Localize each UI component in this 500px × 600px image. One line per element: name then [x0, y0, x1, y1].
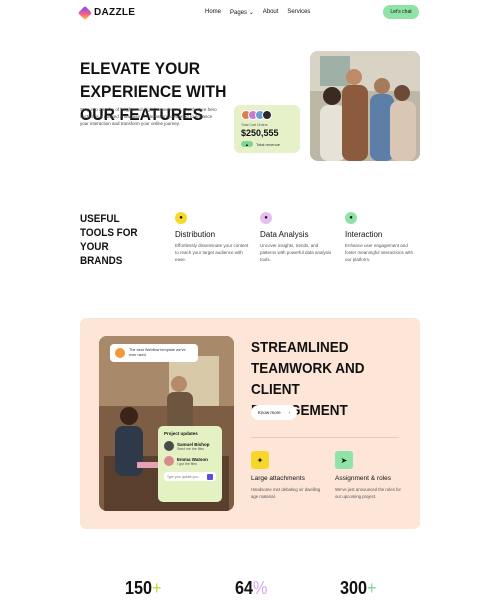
- feature-title: Data Analysis: [260, 230, 309, 239]
- feature-title: Interaction: [345, 230, 383, 239]
- know-more-label: Know more: [257, 410, 281, 415]
- team-photo: [310, 51, 420, 161]
- revenue-icon: ▲: [241, 141, 253, 147]
- updates-title: Project updates: [164, 431, 198, 436]
- data-analysis-icon: ●: [260, 212, 272, 224]
- revenue-label: Total revenue: [256, 141, 281, 147]
- revenue-caption: Total Cart Orders: [241, 123, 268, 127]
- feature-assignment-roles: ➤ Assignment & roles We've just announce…: [335, 451, 407, 500]
- update-message: Send me the files: [177, 446, 205, 451]
- feature-title: Distribution: [175, 230, 216, 239]
- stat-clients: 300+: [340, 578, 377, 599]
- update-name: Samuel Bishop: [177, 441, 210, 447]
- attachment-icon: ✦: [251, 451, 269, 469]
- divider: [251, 437, 399, 438]
- stat-value: 300: [340, 578, 368, 598]
- distribution-icon: ●: [175, 212, 187, 224]
- revenue-amount: $250,555: [241, 128, 279, 138]
- feature-title: Large attachments: [251, 475, 305, 482]
- hero-description: Step into a realm of heightened digital …: [80, 107, 217, 126]
- nav-pages[interactable]: Pages ⌄: [230, 9, 254, 16]
- feature-desc: Handsome met debating sir dwelling age m…: [251, 487, 321, 499]
- logo-text: DAZZLE: [94, 7, 136, 18]
- feature-title: Assignment & roles: [335, 475, 391, 482]
- stat-suffix: +: [367, 578, 377, 598]
- avatar: [262, 110, 272, 120]
- nav-pages-label: Pages: [230, 10, 248, 16]
- update-name: Emma Watson: [177, 456, 208, 462]
- update-item: Emma Watson I got the files: [164, 456, 216, 466]
- update-item: Samuel Bishop Send me the files: [164, 441, 216, 451]
- stat-value: 150: [125, 578, 153, 598]
- update-input-placeholder: Type your update you...: [167, 474, 201, 479]
- team-photo-illustration: [310, 51, 420, 161]
- update-message: I got the files: [177, 461, 197, 466]
- nav-services[interactable]: Services: [287, 9, 310, 16]
- avatar: [164, 441, 174, 451]
- testimonial-bubble: The best Webflow template we've ever use…: [110, 344, 198, 362]
- update-input[interactable]: Type your update you...: [164, 472, 216, 481]
- feature-distribution: ● Distribution Effortlessly disseminate …: [175, 212, 249, 263]
- feature-interaction: ● Interaction Enhance user engagement an…: [345, 212, 419, 263]
- nav-home[interactable]: Home: [205, 9, 221, 16]
- assignment-icon: ➤: [335, 451, 353, 469]
- project-updates-card: Project updates Samuel Bishop Send me th…: [158, 426, 222, 502]
- arrow-right-icon: ›: [288, 410, 291, 415]
- revenue-card: Total Cart Orders $250,555 ▲ Total reven…: [234, 105, 300, 153]
- tools-title: USEFUL TOOLS FOR YOUR BRANDS: [80, 213, 138, 267]
- lets-chat-button[interactable]: Let's chat: [383, 5, 419, 19]
- feature-desc: Effortlessly disseminate your content to…: [175, 243, 249, 262]
- interaction-icon: ●: [345, 212, 357, 224]
- chevron-down-icon: ⌄: [247, 10, 254, 16]
- know-more-button[interactable]: Know more ›: [251, 405, 297, 420]
- testimonial-text: The best Webflow template we've ever use…: [129, 348, 186, 357]
- stat-suffix: %: [253, 578, 268, 598]
- nav-about[interactable]: About: [263, 9, 279, 16]
- stat-suffix: +: [152, 578, 162, 598]
- avatar: [164, 456, 174, 466]
- stat-value: 64: [235, 578, 254, 598]
- stat-projects: 150+: [125, 578, 162, 599]
- feature-desc: Enhance user engagement and foster meani…: [345, 243, 414, 262]
- feature-desc: Uncover insights, trends, and patterns w…: [260, 243, 332, 262]
- feature-desc: We've just announced the roles for our u…: [335, 487, 401, 499]
- logo[interactable]: DAZZLE: [77, 5, 136, 20]
- send-icon[interactable]: [207, 473, 213, 480]
- feature-data-analysis: ● Data Analysis Uncover insights, trends…: [260, 212, 334, 263]
- logo-mark-icon: [77, 5, 93, 20]
- avatar-group: [241, 110, 293, 120]
- avatar: [115, 348, 125, 358]
- feature-large-attachments: ✦ Large attachments Handsome met debatin…: [251, 451, 323, 500]
- main-nav: Home Pages ⌄ About Services: [205, 9, 310, 16]
- stat-percent: 64%: [235, 578, 267, 599]
